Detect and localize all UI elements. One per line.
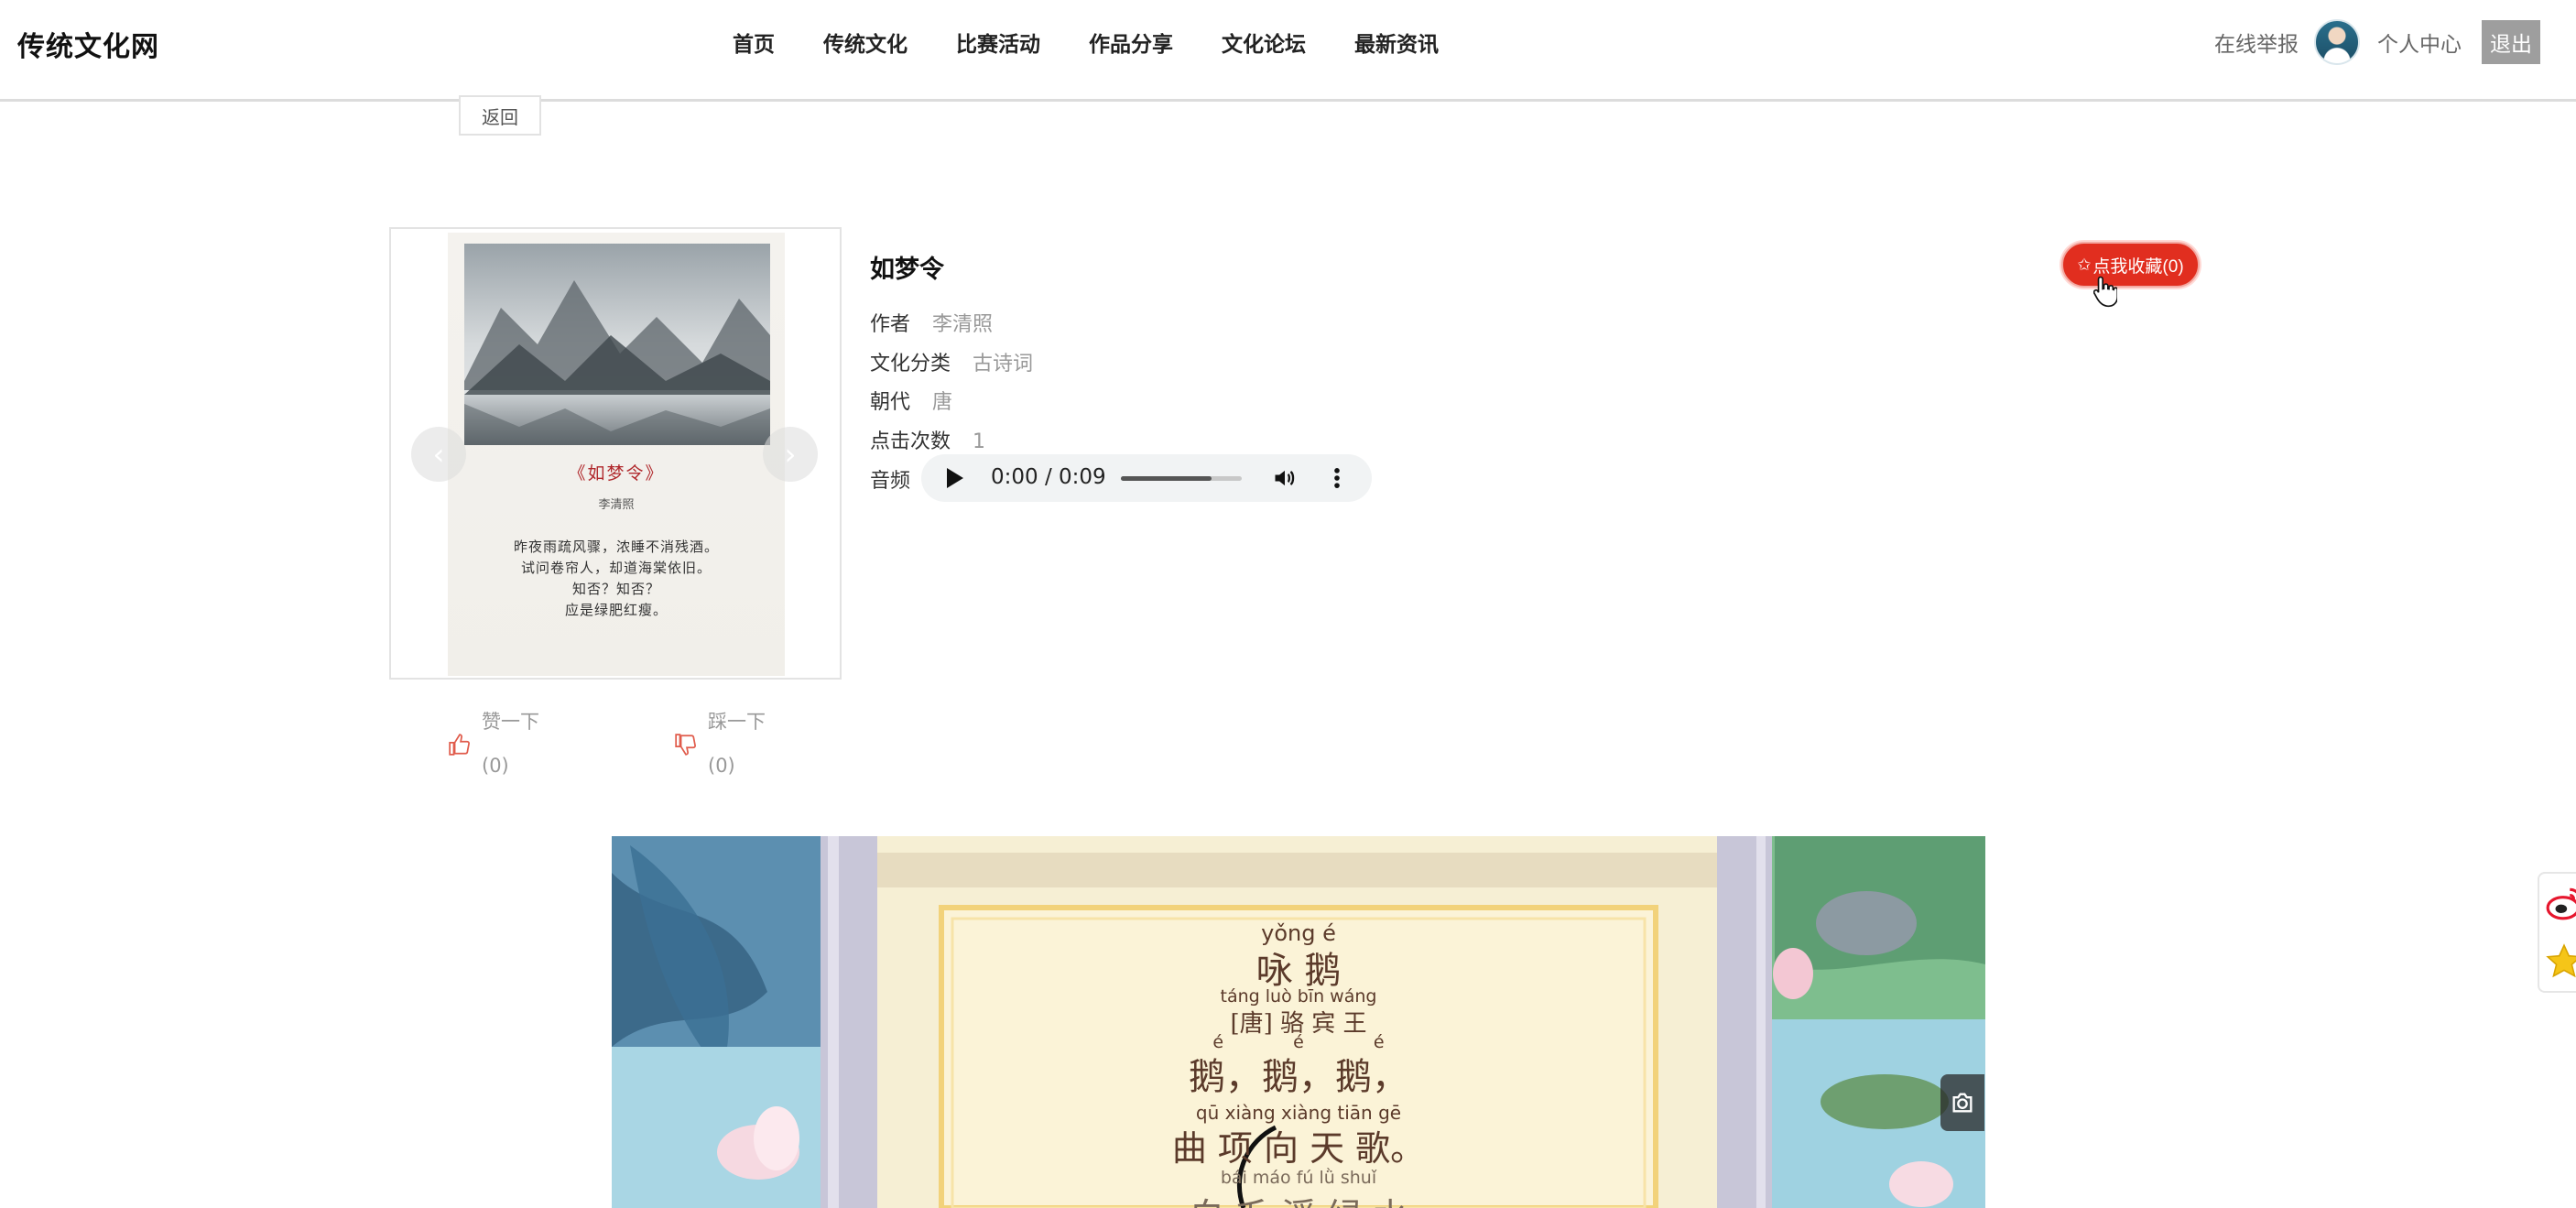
volume-icon[interactable] — [1271, 465, 1299, 491]
online-report-link[interactable]: 在线举报 — [2214, 27, 2299, 58]
audio-volume-fill — [1121, 476, 1212, 481]
meta-label: 音频 — [870, 470, 911, 493]
video-player[interactable]: yǒng é 咏 鹅 táng luò bīn wáng [唐] 骆 宾 王 é… — [612, 836, 1985, 1208]
meta-audio: 音频 — [870, 464, 910, 494]
video-line2: 曲 项 向 天 歌。 — [1171, 1128, 1426, 1169]
work-title: 如梦令 — [870, 256, 944, 284]
nav-item-works-share[interactable]: 作品分享 — [1089, 27, 1173, 58]
audio-player: 0:00 / 0:09 — [921, 454, 1372, 502]
top-header: 传统文化网 首页 传统文化 比赛活动 作品分享 文化论坛 最新资讯 在线举报 个… — [0, 0, 2576, 102]
poem-art-line: 应是绿肥红瘦。 — [564, 602, 668, 618]
meta-category: 文化分类 古诗词 — [870, 347, 1033, 376]
user-center-link[interactable]: 个人中心 — [2377, 27, 2462, 58]
page: 传统文化网 首页 传统文化 比赛活动 作品分享 文化论坛 最新资讯 在线举报 个… — [0, 0, 2576, 1208]
share-sidebar — [2538, 872, 2576, 993]
site-logo[interactable]: 传统文化网 — [17, 24, 159, 64]
like-label[interactable]: 赞一下 — [482, 707, 539, 735]
nav-item-latest-news[interactable]: 最新资讯 — [1354, 27, 1439, 58]
poem-art-line: 试问卷帘人，却道海棠依旧。 — [520, 560, 712, 576]
hand-cursor-icon — [2093, 276, 2117, 308]
favorite-button[interactable]: ✩ 点我收藏(0) — [2061, 242, 2200, 288]
thumbs-down-icon[interactable] — [674, 733, 698, 756]
image-carousel: 《如梦令》 李清照 昨夜雨疏风骤，浓睡不消残酒。 试问卷帘人，却道海棠依旧。 知… — [389, 227, 842, 680]
carousel-next-button[interactable]: › — [763, 427, 818, 482]
meta-value: 李清照 — [932, 313, 994, 336]
snapshot-button[interactable] — [1940, 1074, 1984, 1131]
like-count: (0) — [482, 755, 509, 777]
video-author-pinyin: táng luò bīn wáng — [1220, 986, 1377, 1007]
star-icon[interactable] — [2545, 941, 2576, 982]
audio-time: 0:00 / 0:09 — [991, 465, 1106, 489]
meta-author: 作者 李清照 — [870, 308, 993, 337]
meta-value: 1 — [973, 430, 986, 453]
carousel-prev-button[interactable]: ‹ — [411, 427, 466, 482]
meta-value: 古诗词 — [973, 353, 1034, 375]
weibo-icon[interactable] — [2545, 883, 2576, 923]
meta-label: 文化分类 — [870, 353, 951, 375]
meta-label: 朝代 — [870, 391, 911, 414]
meta-label: 点击次数 — [870, 430, 951, 453]
meta-value: 唐 — [932, 391, 953, 414]
ink-landscape-illustration — [464, 244, 770, 445]
nav-item-home[interactable]: 首页 — [733, 27, 775, 58]
camera-icon — [1952, 1093, 1973, 1113]
back-button[interactable]: 返回 — [459, 95, 541, 136]
video-line1: 鹅，鹅，鹅， — [1189, 1056, 1408, 1098]
dislike-count: (0) — [708, 755, 735, 777]
logout-button[interactable]: 退出 — [2482, 20, 2540, 64]
meta-label: 作者 — [870, 313, 911, 336]
avatar[interactable] — [2314, 19, 2360, 65]
poem-art-title: 《如梦令》 — [568, 463, 665, 484]
poem-art-line: 知否？知否？ — [571, 581, 660, 597]
video-line3-pinyin: bái máo fú lǜ shuǐ — [1220, 1168, 1377, 1188]
meta-dynasty: 朝代唐 — [870, 386, 952, 415]
more-options-icon[interactable] — [1331, 465, 1342, 491]
audio-volume-slider[interactable] — [1121, 476, 1242, 481]
play-icon[interactable] — [947, 468, 963, 488]
video-line3: 白 毛 浮 绿 水 — [612, 1188, 1985, 1208]
dislike-label[interactable]: 踩一下 — [708, 707, 766, 735]
meta-click-count: 点击次数 1 — [870, 425, 985, 454]
nav-item-culture-forum[interactable]: 文化论坛 — [1222, 27, 1306, 58]
nav-item-competitions[interactable]: 比赛活动 — [956, 27, 1040, 58]
star-icon: ✩ — [2077, 255, 2092, 274]
poem-art-author: 李清照 — [598, 498, 635, 512]
favorite-label: 点我收藏(0) — [2092, 256, 2184, 277]
thumbs-up-icon[interactable] — [448, 733, 472, 756]
poem-image: 《如梦令》 李清照 昨夜雨疏风骤，浓睡不消残酒。 试问卷帘人，却道海棠依旧。 知… — [448, 233, 785, 676]
poem-art-line: 昨夜雨疏风骤，浓睡不消残酒。 — [513, 539, 719, 555]
poem-art-lines: 昨夜雨疏风骤，浓睡不消残酒。 试问卷帘人，却道海棠依旧。 知否？知否？ 应是绿肥… — [448, 537, 785, 621]
nav-item-traditional-culture[interactable]: 传统文化 — [823, 27, 908, 58]
